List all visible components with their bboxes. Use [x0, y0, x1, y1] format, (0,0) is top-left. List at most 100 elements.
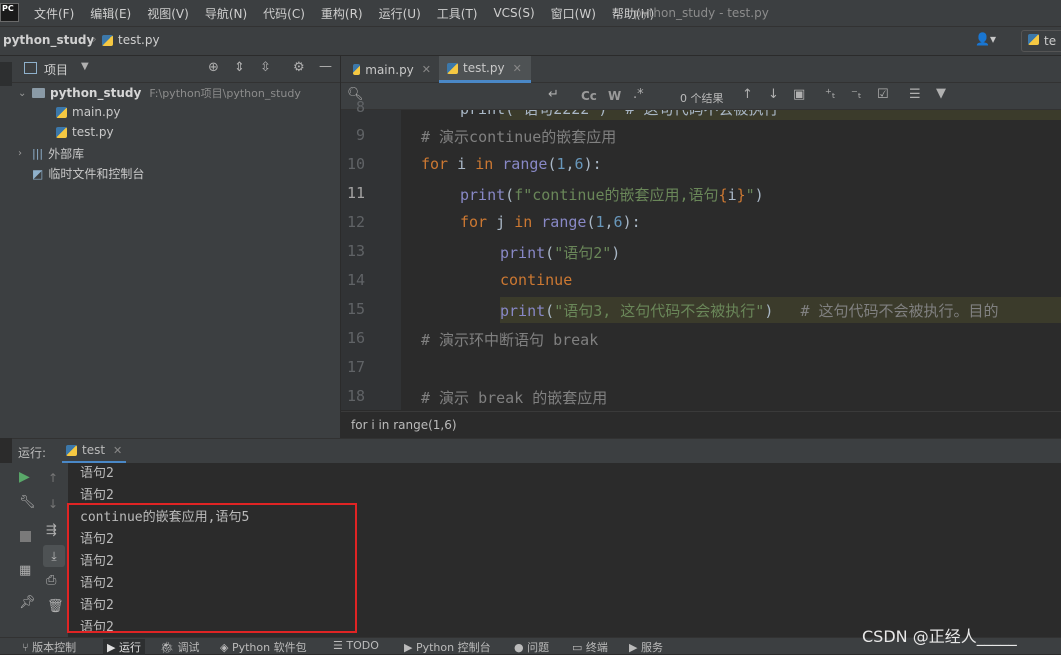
- project-panel-header: 项目 ▼ ⊕ ⇕ ⇳ ⚙ —: [12, 56, 340, 83]
- whole-words-toggle[interactable]: W: [608, 89, 621, 103]
- tool-run[interactable]: ▶ 运行: [103, 639, 145, 655]
- pin-icon[interactable]: 📌︎: [19, 595, 36, 610]
- tree-item-label: test.py: [72, 125, 114, 139]
- tool-debug[interactable]: 🐞︎ 调试: [160, 639, 199, 655]
- console-line: 语句2: [80, 488, 114, 503]
- wrench-icon[interactable]: 🔧︎: [19, 495, 36, 510]
- run-tab-test[interactable]: test ✕: [62, 439, 127, 463]
- tree-item-label: main.py: [72, 105, 121, 119]
- pycharm-logo-icon: PC: [0, 3, 19, 22]
- window-title: python_study - test.py: [634, 6, 769, 20]
- python-file-icon: [56, 106, 67, 118]
- tree-item-label: 外部库: [48, 147, 85, 161]
- trash-icon[interactable]: 🗑︎: [47, 599, 64, 614]
- regex-icon[interactable]: .*: [633, 87, 644, 102]
- line-number-current: 11: [346, 184, 365, 202]
- filter-icon[interactable]: ▼: [936, 86, 946, 101]
- run-panel-header: 运行: test ✕: [12, 438, 1061, 463]
- breadcrumb-project[interactable]: python_study: [3, 33, 94, 47]
- folder-icon: [32, 88, 45, 98]
- menu-edit[interactable]: 编辑(E): [90, 5, 131, 22]
- user-icon[interactable]: 👤▾: [975, 32, 996, 46]
- gear-icon[interactable]: ⚙: [293, 60, 305, 75]
- tree-root[interactable]: ⌄ python_study F:\python项目\python_study: [18, 85, 301, 101]
- code-line-18: # 演示 break 的嵌套应用: [421, 389, 608, 407]
- open-in-window-icon[interactable]: ▣: [793, 87, 805, 102]
- tool-todo[interactable]: ☰ TODO: [333, 639, 379, 652]
- menu-code[interactable]: 代码(C): [263, 5, 305, 22]
- python-file-icon: [56, 126, 67, 138]
- layout-icon[interactable]: ▦: [19, 563, 31, 578]
- arrow-up-icon[interactable]: ↑: [48, 471, 58, 485]
- tree-item-main-py[interactable]: main.py: [56, 105, 121, 119]
- code-line-11: print(f"continue的嵌套应用,语句{i}"): [460, 186, 764, 204]
- close-icon[interactable]: ✕: [422, 63, 431, 76]
- multiline-icon[interactable]: ☰: [909, 87, 921, 102]
- menu-refactor[interactable]: 重构(R): [321, 5, 363, 22]
- tool-python-packages[interactable]: ◈ Python 软件包: [220, 639, 307, 655]
- menu-run[interactable]: 运行(U): [379, 5, 421, 22]
- tab-main-py[interactable]: main.py ✕: [345, 56, 439, 83]
- code-breadcrumb[interactable]: for i in range(1,6): [341, 411, 1061, 437]
- line-number: 16: [346, 329, 365, 347]
- menu-bar: PC 文件(F) 编辑(E) 视图(V) 导航(N) 代码(C) 重构(R) 运…: [0, 0, 1061, 26]
- tab-label: main.py: [365, 62, 414, 77]
- select-all-occurrences-icon[interactable]: ☑: [877, 87, 889, 102]
- tree-item-scratches[interactable]: ◩ 临时文件和控制台: [32, 165, 144, 182]
- soft-wrap-icon[interactable]: ⇶: [46, 523, 57, 538]
- tree-item-test-py[interactable]: test.py: [56, 125, 114, 139]
- locate-file-icon[interactable]: ⊕: [208, 60, 219, 75]
- tab-test-py[interactable]: test.py ✕: [439, 56, 531, 83]
- arrow-down-icon[interactable]: ↓: [48, 497, 58, 511]
- navigation-bar: python_study › test.py 👤▾ te: [0, 26, 1061, 56]
- run-config-selector[interactable]: te: [1021, 30, 1061, 52]
- arrow-up-icon[interactable]: ↑: [742, 87, 753, 102]
- python-file-icon: [447, 62, 458, 74]
- stop-icon[interactable]: [20, 531, 31, 542]
- expand-all-icon[interactable]: ⇕: [234, 60, 245, 75]
- rerun-icon[interactable]: ▶: [19, 469, 30, 485]
- breadcrumb-scope[interactable]: for i in range(1,6): [351, 418, 457, 432]
- regex-history-icon[interactable]: ↵: [548, 87, 559, 102]
- tree-item-external-libs[interactable]: › ||| 外部库: [18, 145, 84, 162]
- chevron-down-icon[interactable]: ▼: [81, 61, 89, 72]
- menu-navigate[interactable]: 导航(N): [205, 5, 247, 22]
- python-file-icon: [1028, 34, 1039, 45]
- menu-file[interactable]: 文件(F): [34, 5, 74, 22]
- tool-terminal[interactable]: ▭ 终端: [572, 639, 608, 655]
- tree-root-name: python_study: [50, 86, 142, 100]
- code-editor[interactable]: print("语句2222") # 这句代码不会被执行 # 演示continue…: [401, 110, 1061, 410]
- breadcrumb-file[interactable]: test.py: [102, 33, 160, 47]
- console-line: 语句2: [80, 466, 114, 481]
- tool-problems[interactable]: ● 问题: [514, 639, 549, 655]
- line-number: 13: [346, 242, 365, 260]
- code-line-8: print("语句2222") # 这句代码不会被执行: [460, 110, 779, 119]
- project-panel-title[interactable]: 项目: [44, 61, 68, 78]
- line-number: 17: [346, 358, 365, 376]
- menu-view[interactable]: 视图(V): [147, 5, 189, 22]
- tool-python-console[interactable]: ▶ Python 控制台: [404, 639, 491, 655]
- add-occurrence-icon[interactable]: ⁺ₜ: [825, 87, 836, 102]
- tool-vcs[interactable]: ⑂ 版本控制: [22, 639, 76, 655]
- menu-vcs[interactable]: VCS(S): [493, 6, 534, 20]
- python-file-icon: [66, 444, 77, 456]
- project-tool-window-button[interactable]: [0, 62, 12, 86]
- minimize-icon[interactable]: —: [319, 59, 332, 74]
- search-input[interactable]: [365, 86, 565, 106]
- close-icon[interactable]: ✕: [513, 62, 522, 75]
- collapse-all-icon[interactable]: ⇳: [260, 60, 271, 75]
- line-number: 15: [346, 300, 365, 318]
- structure-tool-button[interactable]: [0, 529, 12, 559]
- menu-tools[interactable]: 工具(T): [437, 5, 478, 22]
- close-icon[interactable]: ✕: [113, 444, 122, 457]
- remove-occurrence-icon[interactable]: ⁻ₜ: [851, 87, 862, 102]
- arrow-down-icon[interactable]: ↓: [768, 87, 779, 102]
- tool-services[interactable]: ▶ 服务: [629, 639, 663, 655]
- print-icon[interactable]: ⎙: [46, 573, 56, 588]
- bookmarks-tool-button[interactable]: [0, 583, 12, 613]
- run-tab-label: test: [82, 443, 106, 457]
- scroll-to-end-icon[interactable]: ⤓: [43, 545, 65, 567]
- menu-window[interactable]: 窗口(W): [551, 5, 596, 22]
- match-case-toggle[interactable]: Cc: [581, 89, 597, 103]
- code-line-16: # 演示环中断语句 break: [421, 331, 599, 349]
